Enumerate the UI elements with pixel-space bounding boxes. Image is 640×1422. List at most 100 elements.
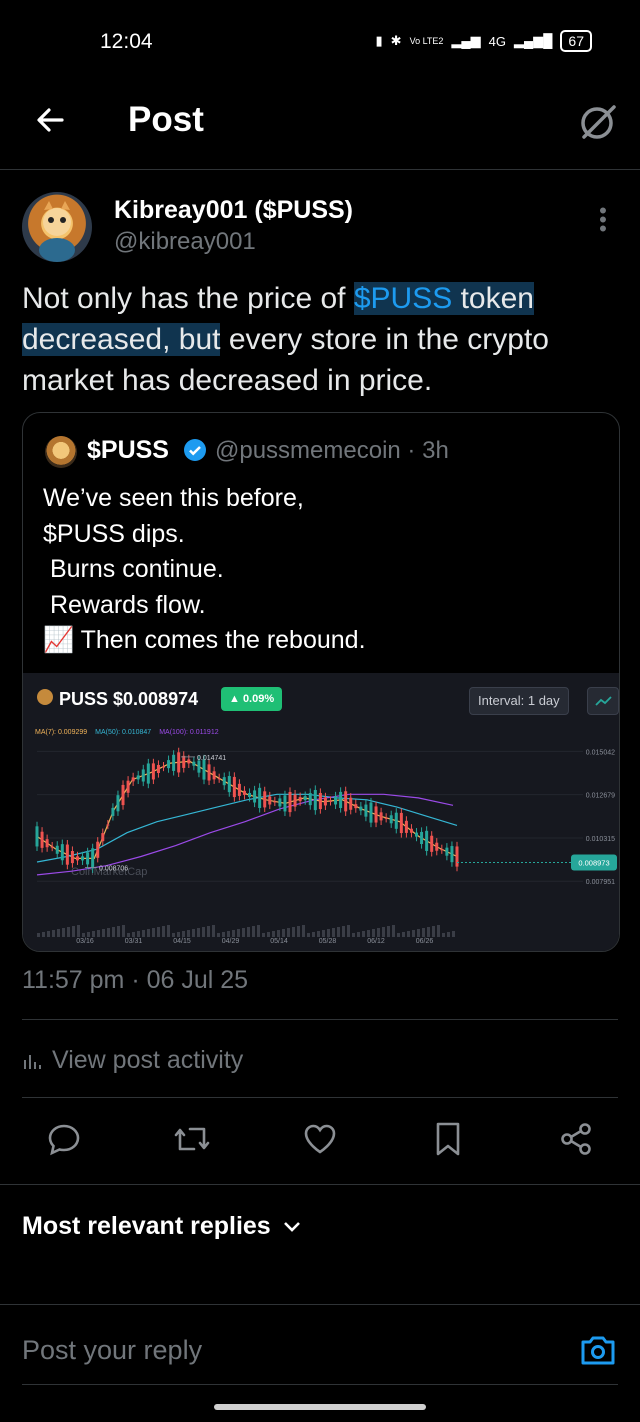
candle: [55, 845, 59, 854]
candle: [217, 778, 221, 780]
like-button[interactable]: [300, 1116, 340, 1162]
repost-button[interactable]: [172, 1116, 212, 1162]
volume-bar: [437, 925, 440, 937]
candle: [455, 846, 459, 867]
volume-bar: [207, 926, 210, 937]
view-post-activity[interactable]: View post activity: [22, 1046, 243, 1075]
candle: [364, 804, 368, 817]
back-arrow-icon[interactable]: [34, 104, 66, 145]
reply-input[interactable]: Post your reply: [22, 1335, 202, 1366]
candle: [288, 791, 292, 813]
post-timestamp: 11:57 pm · 06 Jul 25: [22, 966, 249, 994]
volume-bar: [132, 932, 135, 937]
verified-badge-icon: [183, 438, 207, 462]
reply-button[interactable]: [44, 1116, 84, 1162]
candle: [293, 794, 297, 807]
candle: [101, 833, 105, 842]
author-display-name[interactable]: Kibreay001 ($PUSS): [114, 196, 353, 225]
volume-bar: [247, 927, 250, 937]
share-icon: [561, 1123, 591, 1155]
volume-bar: [427, 927, 430, 937]
volume-bar: [327, 929, 330, 937]
top-bar: [0, 85, 640, 170]
volume-bar: [342, 926, 345, 937]
y-tick-label: 0.012679: [586, 793, 615, 800]
candle: [303, 796, 307, 801]
grok-icon[interactable]: [578, 102, 618, 142]
candle: [435, 842, 439, 851]
quoted-post[interactable]: $PUSS @pussmemecoin · 3h We’ve seen this…: [22, 412, 620, 952]
bookmark-button[interactable]: [428, 1116, 468, 1162]
candle: [440, 849, 444, 851]
volume-bar: [117, 926, 120, 937]
more-options-icon[interactable]: • • •: [598, 200, 608, 240]
candle: [106, 824, 110, 826]
candle: [349, 797, 353, 810]
heart-icon: [304, 1124, 336, 1154]
candle: [45, 839, 49, 848]
volume-bar: [372, 929, 375, 937]
volume-bar: [37, 933, 40, 937]
volume-bar: [392, 925, 395, 937]
volume-bar: [122, 925, 125, 937]
volume-bar: [217, 933, 220, 937]
author-handle[interactable]: @kibreay001: [114, 228, 256, 256]
volume-bar: [282, 929, 285, 937]
volume-bar: [432, 926, 435, 937]
volume-bar: [382, 927, 385, 937]
camera-icon[interactable]: [578, 1330, 618, 1370]
volume-bar: [237, 929, 240, 937]
high-label: 0.014741: [197, 755, 226, 762]
volume-bar: [142, 930, 145, 937]
candle: [298, 797, 302, 802]
network-label: 4G: [488, 33, 506, 49]
page-title: Post: [128, 100, 204, 139]
volume-bar: [352, 933, 355, 937]
candle: [384, 817, 388, 819]
candle: [86, 852, 90, 865]
volume-bar: [362, 931, 365, 937]
volume-bar: [172, 933, 175, 937]
bookmark-icon: [436, 1122, 460, 1156]
volume-bar: [322, 930, 325, 937]
candle: [374, 806, 378, 823]
volume-bar: [57, 929, 60, 937]
candle: [344, 791, 348, 812]
candle: [40, 831, 44, 848]
candle: [379, 812, 383, 821]
replies-sort-selector[interactable]: Most relevant replies: [22, 1212, 301, 1241]
status-icons: ▮ ✱ Vo LTE2 ▂▄▆ 4G ▂▄▆█ 67: [376, 30, 592, 52]
candle: [354, 804, 358, 809]
quote-avatar: [45, 436, 77, 468]
volume-bar: [227, 931, 230, 937]
candle: [248, 792, 252, 798]
candle: [334, 796, 338, 805]
volume-bar: [262, 933, 265, 937]
replies-sort-label: Most relevant replies: [22, 1212, 271, 1240]
series-line-ma7: [36, 760, 458, 859]
x-tick-label: 03/16: [76, 938, 94, 945]
volume-bar: [332, 928, 335, 937]
volume-bar: [67, 927, 70, 937]
volume-bar: [202, 927, 205, 937]
cashtag-link[interactable]: $PUSS: [354, 282, 452, 315]
candle: [126, 780, 130, 793]
current-price-label: 0.008973: [578, 859, 609, 868]
home-indicator[interactable]: [214, 1404, 426, 1410]
volume-bar: [92, 931, 95, 937]
volume-bar: [137, 931, 140, 937]
author-avatar[interactable]: [22, 192, 92, 262]
status-time: 12:04: [100, 30, 153, 53]
quote-text: We’ve seen this before, $PUSS dips. Burn…: [43, 484, 366, 654]
signal-icon-2: ▂▄▆█: [514, 33, 553, 48]
candle: [313, 789, 317, 811]
quote-handle-time: @pussmemecoin · 3h: [215, 437, 449, 464]
volume-bar: [192, 929, 195, 937]
volume-bar: [82, 933, 85, 937]
candle: [227, 776, 231, 793]
volume-bar: [292, 927, 295, 937]
candle: [187, 759, 191, 764]
volume-bar: [272, 931, 275, 937]
share-button[interactable]: [556, 1116, 596, 1162]
candle: [50, 846, 54, 848]
